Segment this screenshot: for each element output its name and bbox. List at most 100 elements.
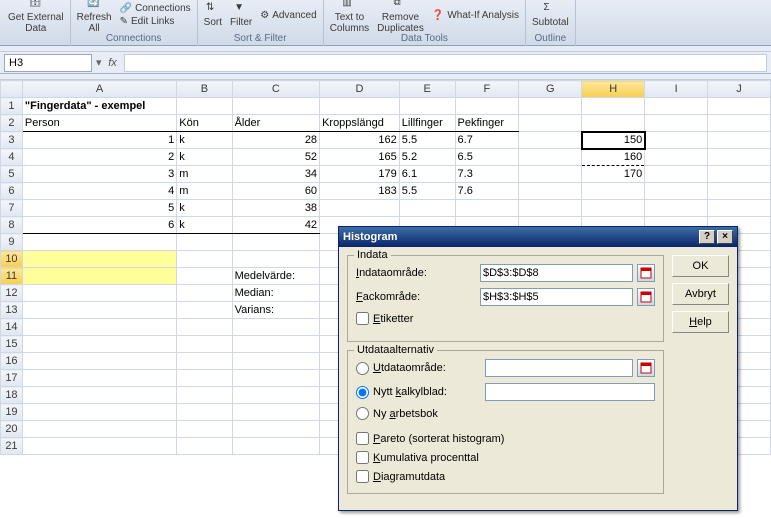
- row-header-18[interactable]: 18: [1, 387, 23, 404]
- cell-A12[interactable]: [22, 285, 176, 302]
- cell-A13[interactable]: [22, 302, 176, 319]
- cell-E3[interactable]: 5.5: [399, 132, 455, 149]
- col-header-E[interactable]: E: [399, 81, 455, 98]
- cell-B12[interactable]: [177, 285, 232, 302]
- subtotal-button[interactable]: ΣSubtotal: [532, 2, 569, 28]
- cell-H2[interactable]: [582, 115, 645, 132]
- cell-B4[interactable]: k: [177, 149, 232, 166]
- cell-D7[interactable]: [320, 200, 400, 217]
- row-header-15[interactable]: 15: [1, 336, 23, 353]
- cell-H3[interactable]: 150: [582, 132, 645, 149]
- cell-I6[interactable]: [645, 183, 708, 200]
- name-box[interactable]: [4, 54, 92, 72]
- cell-B7[interactable]: k: [177, 200, 232, 217]
- cell-I7[interactable]: [645, 200, 708, 217]
- what-if-button[interactable]: ❓What-If Analysis: [432, 10, 519, 21]
- cell-A8[interactable]: 6: [22, 217, 176, 234]
- cell-J2[interactable]: [708, 115, 771, 132]
- col-header-F[interactable]: F: [455, 81, 519, 98]
- cell-A20[interactable]: [22, 421, 176, 438]
- cell-B2[interactable]: Kön: [177, 115, 232, 132]
- cell-F4[interactable]: 6.5: [455, 149, 519, 166]
- cell-J3[interactable]: [708, 132, 771, 149]
- cell-I4[interactable]: [645, 149, 708, 166]
- cell-C8[interactable]: 42: [232, 217, 320, 234]
- cell-C9[interactable]: [232, 234, 320, 251]
- col-header-B[interactable]: B: [177, 81, 232, 98]
- cell-G6[interactable]: [519, 183, 582, 200]
- cell-A10[interactable]: [22, 251, 176, 268]
- fackomrade-input[interactable]: [480, 288, 633, 306]
- cell-J5[interactable]: [708, 166, 771, 183]
- cell-A4[interactable]: 2: [22, 149, 176, 166]
- cell-A16[interactable]: [22, 353, 176, 370]
- cell-C11[interactable]: Medelvärde:: [232, 268, 320, 285]
- cell-C3[interactable]: 28: [232, 132, 320, 149]
- cell-A19[interactable]: [22, 404, 176, 421]
- cell-J4[interactable]: [708, 149, 771, 166]
- row-header-21[interactable]: 21: [1, 438, 23, 455]
- row-header-11[interactable]: 11: [1, 268, 23, 285]
- cell-A11[interactable]: [22, 268, 176, 285]
- cell-B13[interactable]: [177, 302, 232, 319]
- cell-D1[interactable]: [320, 98, 400, 115]
- col-header-C[interactable]: C: [232, 81, 320, 98]
- cell-C5[interactable]: 34: [232, 166, 320, 183]
- cell-E6[interactable]: 5.5: [399, 183, 455, 200]
- cell-A1[interactable]: "Fingerdata" - exempel: [22, 98, 176, 115]
- diagramutdata-checkbox[interactable]: [356, 470, 369, 483]
- row-header-8[interactable]: 8: [1, 217, 23, 234]
- row-header-1[interactable]: 1: [1, 98, 23, 115]
- row-header-17[interactable]: 17: [1, 370, 23, 387]
- kumulativa-checkbox[interactable]: [356, 451, 369, 464]
- dialog-titlebar[interactable]: Histogram ? ×: [339, 227, 737, 247]
- cell-E4[interactable]: 5.2: [399, 149, 455, 166]
- cell-B15[interactable]: [177, 336, 232, 353]
- col-header-A[interactable]: A: [22, 81, 176, 98]
- row-header-10[interactable]: 10: [1, 251, 23, 268]
- cell-G3[interactable]: [519, 132, 582, 149]
- row-header-9[interactable]: 9: [1, 234, 23, 251]
- formula-input[interactable]: [124, 54, 767, 72]
- edit-links-button[interactable]: ✎Edit Links: [120, 16, 191, 27]
- cell-E1[interactable]: [399, 98, 455, 115]
- cell-C4[interactable]: 52: [232, 149, 320, 166]
- cancel-button[interactable]: Avbryt: [672, 283, 729, 305]
- cell-B3[interactable]: k: [177, 132, 232, 149]
- cell-C7[interactable]: 38: [232, 200, 320, 217]
- row-header-19[interactable]: 19: [1, 404, 23, 421]
- cell-B10[interactable]: [177, 251, 232, 268]
- cell-B20[interactable]: [177, 421, 232, 438]
- indataomrade-input[interactable]: [480, 264, 633, 282]
- cell-B19[interactable]: [177, 404, 232, 421]
- cell-E7[interactable]: [399, 200, 455, 217]
- cell-G7[interactable]: [519, 200, 582, 217]
- cell-D4[interactable]: 165: [320, 149, 400, 166]
- utdataomrade-radio[interactable]: [356, 362, 369, 375]
- row-header-20[interactable]: 20: [1, 421, 23, 438]
- cell-C1[interactable]: [232, 98, 320, 115]
- sort-button[interactable]: ⇅Sort: [204, 2, 222, 28]
- cell-D3[interactable]: 162: [320, 132, 400, 149]
- cell-I3[interactable]: [645, 132, 708, 149]
- remove-duplicates-button[interactable]: ⧉Remove Duplicates: [377, 0, 424, 34]
- col-header-J[interactable]: J: [708, 81, 771, 98]
- cell-D2[interactable]: Kroppslängd: [320, 115, 400, 132]
- row-header-7[interactable]: 7: [1, 200, 23, 217]
- cell-C14[interactable]: [232, 319, 320, 336]
- cell-H4[interactable]: 160: [582, 149, 645, 166]
- cell-A9[interactable]: [22, 234, 176, 251]
- cell-C21[interactable]: [232, 438, 320, 455]
- ny-arbetsbok-radio[interactable]: [356, 407, 369, 420]
- dialog-close-button[interactable]: ×: [717, 230, 733, 244]
- cell-A2[interactable]: Person: [22, 115, 176, 132]
- cell-A3[interactable]: 1: [22, 132, 176, 149]
- connections-button[interactable]: 🔗Connections: [120, 3, 191, 14]
- nytt-kalkylblad-input[interactable]: [485, 383, 655, 401]
- col-header-G[interactable]: G: [519, 81, 582, 98]
- cell-I1[interactable]: [645, 98, 708, 115]
- pareto-checkbox[interactable]: [356, 432, 369, 445]
- cell-D6[interactable]: 183: [320, 183, 400, 200]
- cell-C2[interactable]: Ålder: [232, 115, 320, 132]
- cell-A18[interactable]: [22, 387, 176, 404]
